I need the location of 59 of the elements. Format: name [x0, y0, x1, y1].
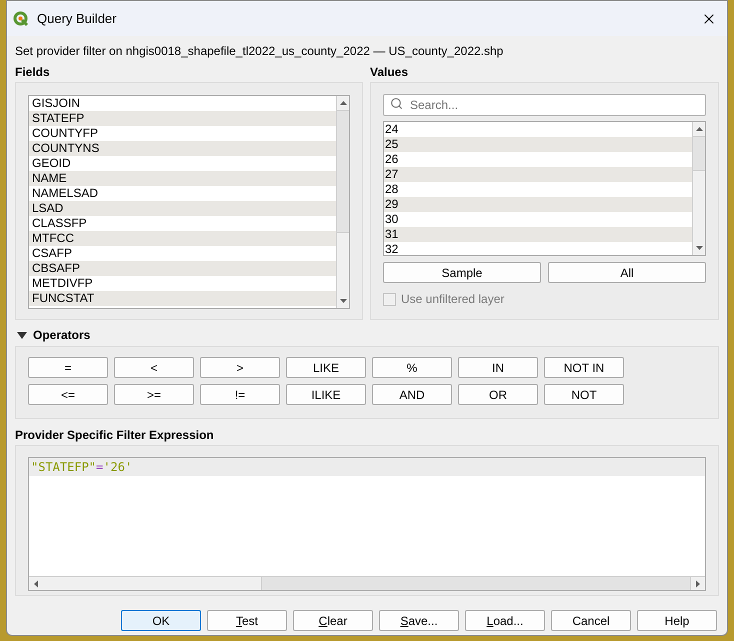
field-item[interactable]: NAME	[29, 171, 336, 186]
operator-button[interactable]: <=	[28, 384, 108, 405]
scrollbar-thumb[interactable]	[337, 110, 349, 233]
field-item[interactable]: MTFCC	[29, 231, 336, 246]
value-item[interactable]: 27	[384, 167, 692, 182]
field-item[interactable]: CBSAFP	[29, 261, 336, 276]
values-list[interactable]: 24 25 26 27 28 29 30 31 32	[383, 121, 706, 256]
operator-button[interactable]: >	[200, 357, 280, 378]
scroll-up-icon[interactable]	[340, 101, 346, 105]
scrollbar[interactable]	[692, 122, 705, 255]
section-heading: Operators	[33, 327, 90, 343]
operator-button[interactable]: LIKE	[286, 357, 366, 378]
collapse-arrow-icon[interactable]	[17, 332, 27, 338]
expression-text: "STATEFP"='26'	[31, 459, 132, 475]
operator-button[interactable]: NOT	[544, 384, 624, 405]
operator-button[interactable]: NOT IN	[544, 357, 624, 378]
operator-button[interactable]: ILIKE	[286, 384, 366, 405]
scrollbar-thumb[interactable]	[261, 577, 691, 590]
operator-button[interactable]: >=	[114, 384, 194, 405]
scroll-down-icon[interactable]	[696, 246, 702, 250]
scrollbar[interactable]	[336, 96, 349, 308]
search-icon	[390, 97, 403, 110]
operator-button[interactable]: <	[114, 357, 194, 378]
field-item[interactable]: FUNCSTAT	[29, 291, 336, 306]
operator-button[interactable]: !=	[200, 384, 280, 405]
field-item[interactable]: STATEFP	[29, 111, 336, 126]
operator-button[interactable]: OR	[458, 384, 538, 405]
field-item[interactable]: LSAD	[29, 201, 336, 216]
checkbox-label: Use unfiltered layer	[401, 291, 504, 308]
subtitle: Set provider filter on nhgis0018_shapefile_tl2022_us_county_2022 — US_county_2022.shp	[15, 44, 504, 58]
section-heading: Values	[370, 64, 410, 80]
dialog-button[interactable]: OK	[121, 610, 201, 631]
list-button[interactable]: All	[548, 262, 706, 283]
list-button[interactable]: Sample	[383, 262, 541, 283]
dialog-button[interactable]: Clear	[293, 610, 373, 631]
scroll-up-icon[interactable]	[696, 127, 702, 131]
app-logo-icon	[13, 10, 29, 26]
value-item[interactable]: 25	[384, 137, 692, 152]
fields-list[interactable]: GISJOIN STATEFP COUNTYFP COUNTYNS GEOID NAME NAMELSAD LSAD CLASSFP MTFCC CSAFP CBSAFP METDIVFP FUNCSTAT	[28, 95, 350, 309]
dialog-button[interactable]: Test	[207, 610, 287, 631]
dialog-button[interactable]: Help	[637, 610, 717, 631]
expression-editor[interactable]: "STATEFP"='26'	[28, 457, 706, 591]
value-item[interactable]: 31	[384, 227, 692, 242]
horizontal-scrollbar[interactable]	[29, 576, 705, 590]
operator-button[interactable]: AND	[372, 384, 452, 405]
dialog-button[interactable]: Load...	[465, 610, 545, 631]
operator-button[interactable]: %	[372, 357, 452, 378]
field-item[interactable]: COUNTYNS	[29, 141, 336, 156]
operator-button[interactable]: =	[28, 357, 108, 378]
scrollbar-thumb[interactable]	[693, 136, 705, 171]
section-heading: Fields	[15, 64, 51, 80]
value-item[interactable]: 29	[384, 197, 692, 212]
window-title: Query Builder	[37, 10, 116, 28]
dialog-button[interactable]: Save...	[379, 610, 459, 631]
dialog-button[interactable]: Cancel	[551, 610, 631, 631]
section-heading: Provider Specific Filter Expression	[15, 427, 215, 443]
search-field[interactable]: Search...	[383, 94, 706, 116]
operator-button[interactable]: IN	[458, 357, 538, 378]
scroll-down-icon[interactable]	[340, 299, 346, 303]
